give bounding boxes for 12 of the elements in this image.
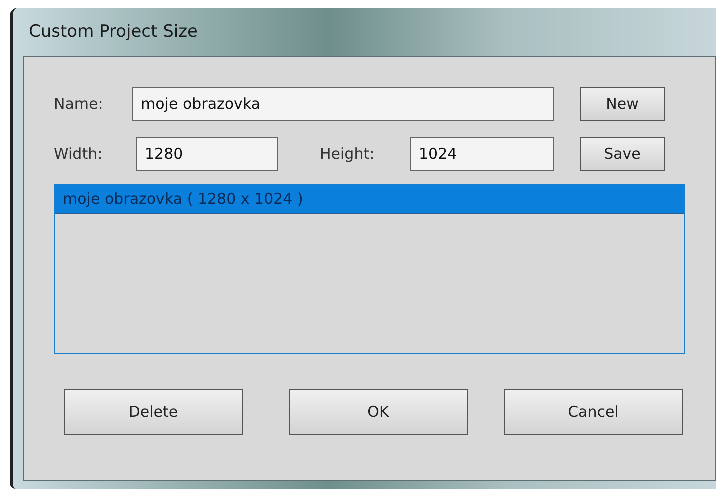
height-label: Height: [320,145,376,163]
delete-button[interactable]: Delete [64,389,243,435]
window-title: Custom Project Size [29,22,198,42]
cancel-button[interactable]: Cancel [504,389,683,435]
width-field[interactable]: 1280 [136,137,278,171]
name-label: Name: [54,95,104,113]
ok-button[interactable]: OK [289,389,468,435]
name-field[interactable]: moje obrazovka [132,87,554,121]
height-field[interactable]: 1024 [410,137,554,171]
save-button[interactable]: Save [580,137,665,171]
new-button[interactable]: New [580,87,665,121]
width-label: Width: [54,145,104,163]
